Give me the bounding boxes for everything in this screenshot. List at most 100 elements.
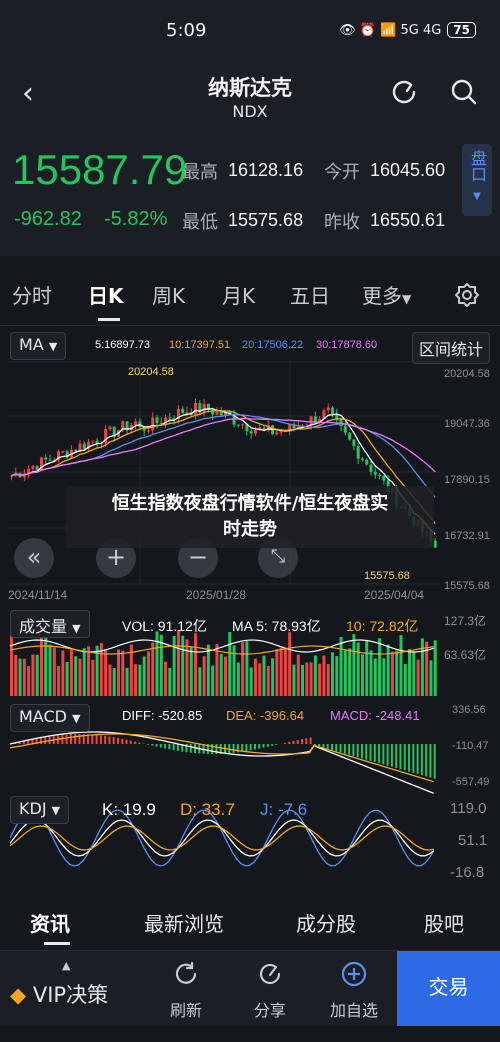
volume-bar bbox=[228, 631, 232, 696]
low-marker: 15575.68 bbox=[364, 570, 410, 582]
macd-indicator-label: MACD bbox=[19, 707, 67, 726]
macd-bar bbox=[91, 734, 94, 744]
refresh-label: 刷新 bbox=[169, 1001, 202, 1020]
volume-bar bbox=[224, 656, 227, 696]
kdj-indicator-select[interactable]: KDJ ▼ bbox=[10, 796, 70, 824]
high-marker: 20204.58 bbox=[128, 366, 174, 378]
search-icon[interactable] bbox=[448, 76, 480, 112]
tab-more[interactable]: 更多▼ bbox=[362, 280, 411, 309]
caret-down-icon: ▼ bbox=[402, 292, 412, 306]
volume-bar bbox=[258, 663, 262, 696]
macd-bar bbox=[65, 734, 68, 744]
macd-bar bbox=[369, 744, 372, 761]
trade-button[interactable]: 交易 bbox=[397, 951, 500, 1027]
price-axis-label: 15575.68 bbox=[444, 580, 490, 592]
volume-bar bbox=[31, 654, 35, 696]
volume-bar bbox=[211, 665, 215, 696]
volume-bar bbox=[69, 649, 73, 696]
tab-constituents[interactable]: 成分股 bbox=[296, 908, 356, 937]
open-value: 16045.60 bbox=[370, 160, 446, 180]
high-value: 16128.16 bbox=[228, 160, 304, 180]
macd-bar bbox=[172, 744, 175, 751]
tab-five-day[interactable]: 五日 bbox=[290, 280, 330, 309]
vip-text: VIP决策 bbox=[32, 983, 109, 1007]
volume-bar bbox=[309, 662, 313, 696]
volume-bar bbox=[14, 654, 18, 696]
macd-bar bbox=[69, 734, 72, 744]
candle-body bbox=[348, 432, 352, 440]
scroll-left-button[interactable]: « bbox=[14, 538, 54, 578]
candle-body bbox=[95, 440, 99, 444]
volume-indicator-select[interactable]: 成交量 ▼ bbox=[10, 610, 90, 638]
macd-bar bbox=[412, 744, 415, 773]
tab-forum[interactable]: 股吧 bbox=[424, 908, 464, 937]
tab-daily-k[interactable]: 日K bbox=[88, 280, 124, 309]
caret-down-icon: ▼ bbox=[72, 712, 81, 725]
info-tabs: 资讯 最新浏览 成分股 股吧 bbox=[0, 892, 500, 950]
page-subtitle: NDX bbox=[232, 102, 268, 121]
volume-bar bbox=[249, 667, 253, 696]
macd-bar bbox=[373, 744, 376, 762]
share-button[interactable]: 分享 bbox=[230, 959, 310, 1021]
volume-bar bbox=[61, 650, 65, 696]
macd-bar bbox=[129, 740, 132, 744]
macd-bar bbox=[211, 744, 214, 754]
volume-bar bbox=[142, 656, 146, 696]
macd-bar bbox=[331, 744, 333, 750]
macd-bar bbox=[194, 744, 197, 754]
system-nav-bar bbox=[0, 1026, 500, 1042]
refresh-button[interactable]: 刷新 bbox=[146, 959, 226, 1021]
volume-bar bbox=[151, 642, 155, 696]
kdj-indicator-label: KDJ bbox=[19, 799, 47, 818]
add-watchlist-button[interactable]: 加自选 bbox=[314, 959, 394, 1021]
macd-bar bbox=[189, 744, 192, 753]
macd-bar bbox=[309, 737, 312, 744]
status-bar: 5:09 👁 ⏰ 📶 5G 4G 75 bbox=[0, 0, 500, 62]
tab-news[interactable]: 资讯 bbox=[30, 908, 70, 937]
volume-bar bbox=[112, 667, 116, 696]
macd-bar bbox=[386, 744, 389, 766]
active-tab-indicator bbox=[44, 942, 70, 945]
macd-bar bbox=[403, 744, 406, 771]
macd-bar bbox=[253, 744, 256, 750]
candle-body bbox=[378, 474, 382, 476]
quote-panel: 15587.79 -962.82 -5.82% 最高 16128.16 今开 1… bbox=[0, 126, 500, 256]
add-watchlist-label: 加自选 bbox=[329, 1001, 378, 1020]
vip-label: ◆ VIP决策 bbox=[10, 979, 108, 1009]
low-value: 15575.68 bbox=[228, 210, 304, 230]
volume-bar bbox=[416, 659, 420, 696]
refresh-icon[interactable] bbox=[388, 76, 420, 112]
macd-indicator-select[interactable]: MACD ▼ bbox=[10, 704, 90, 732]
order-book-button[interactable]: 盘口 ▼ bbox=[462, 144, 492, 216]
macd-bar bbox=[258, 744, 261, 749]
volume-bar bbox=[275, 649, 279, 696]
volume-bar bbox=[271, 658, 275, 696]
settings-icon[interactable] bbox=[454, 282, 480, 312]
macd-bar bbox=[39, 737, 42, 744]
macd-bar bbox=[266, 744, 269, 747]
volume-bar bbox=[18, 658, 22, 696]
volume-bar bbox=[356, 642, 360, 696]
macd-value: MACD: -248.41 bbox=[330, 708, 420, 723]
volume-bar bbox=[74, 656, 78, 696]
tab-intraday[interactable]: 分时 bbox=[12, 280, 52, 309]
volume-bar bbox=[87, 646, 91, 696]
volume-bar bbox=[82, 648, 86, 696]
active-tab-indicator bbox=[98, 318, 120, 321]
macd-bar bbox=[283, 742, 286, 744]
chart-area[interactable]: MA ▼ 5:16897.73 10:17397.51 20:17506.22 … bbox=[0, 326, 500, 886]
macd-axis-label: 336.56 bbox=[452, 704, 486, 716]
candle-body bbox=[151, 417, 155, 431]
volume-bar bbox=[382, 658, 386, 696]
candle-body bbox=[194, 402, 198, 416]
candle-body bbox=[262, 427, 266, 429]
volume-bar bbox=[266, 665, 270, 696]
tab-weekly-k[interactable]: 周K bbox=[152, 280, 185, 309]
candle-body bbox=[365, 459, 369, 465]
macd-bar bbox=[95, 734, 98, 744]
macd-bar bbox=[159, 744, 162, 748]
tab-recent[interactable]: 最新浏览 bbox=[144, 908, 224, 937]
volume-bar bbox=[91, 659, 95, 696]
tab-monthly-k[interactable]: 月K bbox=[222, 280, 255, 309]
macd-bar bbox=[146, 744, 149, 745]
